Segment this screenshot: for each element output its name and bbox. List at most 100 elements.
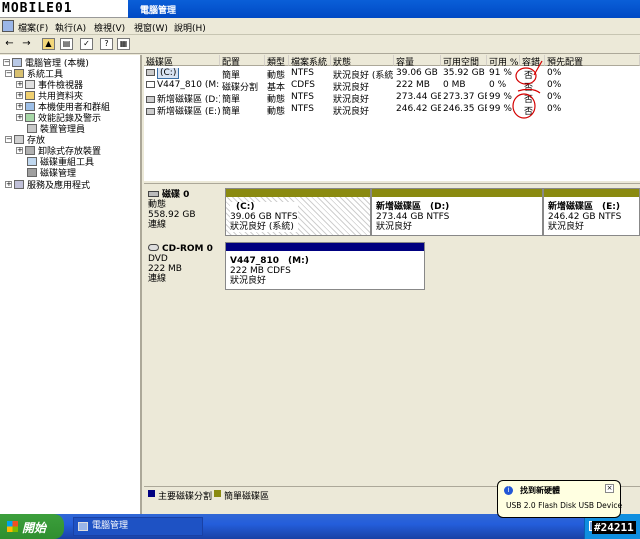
menu-file[interactable]: 檔案(F) bbox=[18, 21, 48, 34]
partition-size: 246.42 GB NTFS bbox=[548, 212, 622, 222]
partition-name: (C:) bbox=[236, 202, 255, 212]
cell-filesystem: NTFS bbox=[291, 92, 314, 102]
cell-volume[interactable]: (C:) bbox=[144, 68, 220, 80]
cdrom0-info[interactable]: CD-ROM 0 DVD 222 MB 連線 bbox=[148, 244, 224, 284]
partition-m[interactable]: V447_810 (M:) 222 MB CDFS 狀況良好 bbox=[225, 242, 425, 290]
partition-size: 222 MB CDFS bbox=[230, 266, 291, 276]
column-header-capacity[interactable]: 容量 bbox=[394, 55, 441, 68]
back-icon[interactable]: ← bbox=[3, 38, 16, 50]
menu-action[interactable]: 執行(A) bbox=[55, 21, 86, 34]
event-viewer-icon bbox=[25, 80, 35, 89]
toolbar: ← → ▲ ▤ ✓ ? ▦ bbox=[0, 35, 640, 54]
cell-volume[interactable]: 新增磁碟區 (E:) bbox=[144, 104, 220, 116]
cell-capacity: 39.06 GB bbox=[396, 68, 438, 78]
folder-icon bbox=[25, 91, 35, 100]
cell-type: 動態 bbox=[267, 107, 286, 116]
cell-capacity: 273.44 GB bbox=[396, 92, 441, 102]
cdrom0-title: CD-ROM 0 bbox=[148, 244, 224, 254]
taskbar-button-computer-management[interactable]: 電腦管理 bbox=[73, 517, 203, 536]
partition-status: 狀況良好 bbox=[230, 276, 267, 286]
column-header-status[interactable]: 狀態 bbox=[331, 55, 394, 68]
tree-pane: − 電腦管理 (本機) − 系統工具 + 事件檢視器 + 共用資料夾 + 本機使… bbox=[0, 55, 142, 514]
tree-item-label: 裝置管理員 bbox=[40, 125, 86, 135]
expand-icon[interactable]: + bbox=[16, 114, 23, 121]
window-title: 電腦管理 bbox=[140, 6, 177, 16]
expand-icon[interactable]: + bbox=[16, 147, 23, 154]
help-icon[interactable]: ? bbox=[100, 38, 113, 50]
cdrom0-type: DVD bbox=[148, 254, 168, 264]
partition-c[interactable]: (C:) 39.06 GB NTFS 狀況良好 (系統) bbox=[225, 188, 371, 236]
performance-icon bbox=[25, 113, 35, 122]
column-header-overhead[interactable]: 預先配置 bbox=[545, 55, 640, 68]
tree-item-disk-management[interactable]: 磁碟管理 bbox=[27, 167, 76, 179]
show-tree-icon[interactable]: ▤ bbox=[60, 38, 73, 50]
partition-name: 新增磁碟區 (E:) bbox=[548, 202, 620, 212]
title-bar: MOBILE01 電腦管理 bbox=[0, 0, 640, 18]
cdrom-icon bbox=[148, 244, 159, 251]
expand-icon[interactable]: + bbox=[16, 81, 23, 88]
collapse-icon[interactable]: − bbox=[5, 136, 12, 143]
close-icon[interactable]: × bbox=[605, 484, 614, 493]
partition-e[interactable]: 新增磁碟區 (E:) 246.42 GB NTFS 狀況良好 bbox=[543, 188, 640, 236]
forward-icon[interactable]: → bbox=[20, 38, 33, 50]
tools-icon bbox=[14, 69, 24, 78]
simple-volume-swatch bbox=[214, 490, 221, 497]
collapse-icon[interactable]: − bbox=[3, 59, 10, 66]
new-hardware-balloon[interactable]: i 找到新硬體 × USB 2.0 Flash Disk USB Device bbox=[497, 480, 623, 518]
cell-free-space: 0 MB bbox=[443, 80, 466, 90]
expand-icon[interactable]: + bbox=[16, 92, 23, 99]
services-icon bbox=[14, 180, 24, 189]
menu-bar: 檔案(F) 執行(A) 檢視(V) 視窗(W) 說明(H) bbox=[0, 18, 640, 35]
cell-filesystem: CDFS bbox=[291, 80, 315, 90]
expand-icon[interactable]: + bbox=[5, 181, 12, 188]
cell-layout: 簡單 bbox=[222, 95, 241, 104]
menu-view[interactable]: 檢視(V) bbox=[94, 21, 125, 34]
column-header-free-space[interactable]: 可用空間 bbox=[441, 55, 487, 68]
export-icon[interactable]: ▦ bbox=[117, 38, 130, 50]
menu-help[interactable]: 說明(H) bbox=[174, 21, 206, 34]
cdrom-volume-icon bbox=[146, 81, 155, 88]
properties-icon[interactable]: ✓ bbox=[80, 38, 93, 50]
volume-name: 新增磁碟區 (D:) bbox=[157, 95, 220, 104]
cdrom0-status: 連線 bbox=[148, 274, 167, 284]
simple-volume-bar bbox=[372, 189, 542, 197]
tree-item-services-apps[interactable]: + 服務及應用程式 bbox=[5, 179, 91, 191]
app-icon[interactable] bbox=[2, 20, 14, 32]
column-header-filesystem[interactable]: 檔案系統 bbox=[289, 55, 331, 68]
cell-type: 動態 bbox=[267, 95, 286, 104]
expand-icon[interactable]: + bbox=[16, 103, 23, 110]
windows-logo-icon bbox=[7, 521, 18, 532]
volume-icon bbox=[146, 96, 155, 103]
device-manager-icon bbox=[27, 124, 37, 133]
primary-partition-bar bbox=[226, 243, 424, 251]
partition-d[interactable]: 新增磁碟區 (D:) 273.44 GB NTFS 狀況良好 bbox=[371, 188, 543, 236]
column-header-layout[interactable]: 配置 bbox=[220, 55, 265, 68]
tree-item-label: 服務及應用程式 bbox=[27, 181, 91, 191]
red-annotation-marks bbox=[512, 60, 543, 119]
hard-disk-icon bbox=[148, 191, 159, 197]
up-folder-icon[interactable]: ▲ bbox=[42, 38, 55, 50]
start-button[interactable]: 開始 bbox=[0, 514, 64, 539]
disk0-status: 連線 bbox=[148, 220, 167, 230]
disk0-title: 磁碟 0 bbox=[148, 190, 224, 200]
cell-filesystem: NTFS bbox=[291, 104, 314, 114]
computer-icon bbox=[12, 58, 22, 67]
balloon-message: USB 2.0 Flash Disk USB Device bbox=[506, 501, 623, 510]
disk0-info[interactable]: 磁碟 0 動態 558.92 GB 連線 bbox=[148, 190, 224, 230]
removable-storage-icon bbox=[25, 146, 35, 155]
column-header-volume[interactable]: 磁碟區 bbox=[144, 55, 220, 68]
cdrom0-size: 222 MB bbox=[148, 264, 182, 274]
partition-size: 39.06 GB NTFS bbox=[230, 212, 298, 222]
cell-volume[interactable]: V447_810 (M:) bbox=[144, 80, 220, 92]
legend-primary: 主要磁碟分割 bbox=[158, 492, 213, 502]
column-header-type[interactable]: 類型 bbox=[265, 55, 289, 68]
logo-text: MOBILE01 bbox=[2, 1, 73, 16]
menu-window[interactable]: 視窗(W) bbox=[134, 21, 168, 34]
cell-volume[interactable]: 新增磁碟區 (D:) bbox=[144, 92, 220, 104]
disk-management-icon bbox=[27, 168, 37, 177]
cell-layout: 簡單 bbox=[222, 71, 241, 80]
partition-name: 新增磁碟區 (D:) bbox=[376, 202, 450, 212]
cell-free-space: 273.37 GB bbox=[443, 92, 487, 102]
cell-layout: 簡單 bbox=[222, 107, 241, 116]
collapse-icon[interactable]: − bbox=[5, 70, 12, 77]
